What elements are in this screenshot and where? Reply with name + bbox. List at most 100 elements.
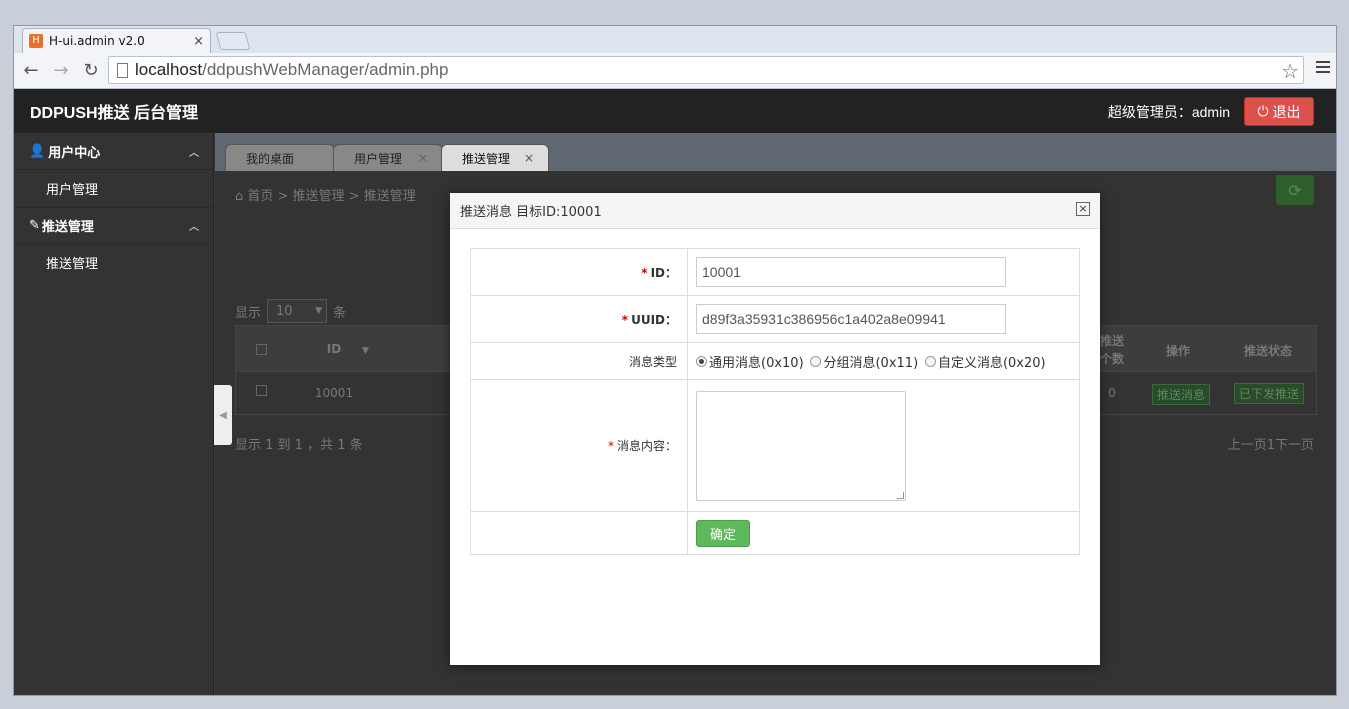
- tab-close-icon[interactable]: ×: [193, 34, 204, 49]
- col-header-id[interactable]: ID: [316, 342, 352, 356]
- content-textarea[interactable]: [696, 390, 906, 501]
- sidebar-group-label: 推送管理: [41, 220, 94, 235]
- radio-dot: [810, 355, 822, 367]
- table-info: 显示 1 到 1 ，共 1 条: [235, 438, 363, 453]
- id-value: 10001: [702, 264, 741, 280]
- tab-label: 我的桌面: [246, 151, 295, 166]
- dialog-header: 推送消息 目标ID:10001 ×: [450, 193, 1100, 229]
- id-field[interactable]: 10001: [696, 257, 1006, 287]
- required-marker: *: [621, 312, 629, 327]
- tab-label: 推送管理: [462, 151, 511, 166]
- radio-dot: [924, 355, 936, 367]
- page-icon: [117, 62, 128, 78]
- power-icon: ⏻: [1257, 103, 1269, 120]
- back-icon[interactable]: ←: [18, 58, 44, 84]
- breadcrumb-text: 首页 > 推送管理 > 推送管理: [247, 189, 416, 204]
- home-icon: ⌂: [235, 189, 248, 204]
- id-label: ID：: [650, 265, 677, 280]
- logout-button[interactable]: ⏻ 退出: [1244, 97, 1314, 126]
- col-header-action: 操作: [1165, 344, 1190, 358]
- radio-custom[interactable]: 自定义消息(0x20): [924, 352, 1046, 371]
- url-host: localhost: [135, 60, 203, 79]
- refresh-icon: ⟳: [1288, 180, 1302, 200]
- required-marker: *: [607, 439, 614, 453]
- push-message-dialog: 推送消息 目标ID:10001 × * ID： 10001 * UUID： d89f…: [450, 193, 1100, 665]
- submit-button[interactable]: 确定: [696, 519, 750, 547]
- push-form: * ID： 10001 * UUID： d89f3a35931c386956c1a4…: [470, 248, 1080, 555]
- browser-tabstrip: H H-ui.admin v2.0 ×: [14, 26, 1336, 53]
- radio-label: 分组消息(0x11): [823, 355, 919, 371]
- required-marker: *: [641, 265, 648, 280]
- show-prefix: 显示: [235, 305, 262, 321]
- browser-tab[interactable]: H H-ui.admin v2.0 ×: [22, 28, 211, 53]
- page-length-control: 显示 10 ▼ 条: [235, 299, 346, 323]
- browser-window: H H-ui.admin v2.0 × ← → ↻ localhost/ddpu…: [13, 25, 1337, 696]
- browser-tab-title: H-ui.admin v2.0: [49, 34, 145, 48]
- id-label-cell: * ID：: [470, 248, 688, 296]
- radio-group[interactable]: 分组消息(0x11): [810, 352, 918, 371]
- new-tab-button[interactable]: [215, 32, 251, 50]
- sidebar-group-label: 用户中心: [48, 145, 101, 161]
- logout-label: 退出: [1272, 104, 1301, 121]
- app-header: DDPUSH推送 后台管理 超级管理员：admin ⏻ 退出: [14, 89, 1336, 133]
- browser-toolbar: ← → ↻ localhost/ddpushWebManager/admin.p…: [14, 53, 1336, 89]
- chevron-up-icon: ︿: [189, 147, 199, 159]
- radio-general[interactable]: 通用消息(0x10): [696, 352, 804, 371]
- content-label: 消息内容：: [616, 439, 677, 453]
- url-path: /ddpushWebManager/admin.php: [202, 60, 449, 79]
- dropdown-arrow-icon: ▼: [315, 306, 323, 316]
- sort-icon: ▼: [362, 346, 369, 356]
- empty-cell: [470, 511, 688, 555]
- sidebar-group-push-management[interactable]: ✎ 推送管理 ︿: [14, 207, 213, 244]
- forward-icon[interactable]: →: [48, 58, 74, 84]
- uuid-label-cell: * UUID：: [470, 295, 688, 343]
- refresh-button[interactable]: ⟳: [1276, 175, 1314, 205]
- uuid-label: UUID：: [631, 312, 677, 327]
- uuid-field[interactable]: d89f3a35931c386956c1a402a8e09941: [696, 304, 1006, 334]
- row-push-count: 0: [1108, 386, 1116, 400]
- sidebar-item-user-management[interactable]: 用户管理: [14, 170, 213, 207]
- address-bar[interactable]: localhost/ddpushWebManager/admin.php ☆: [108, 56, 1304, 84]
- reload-icon[interactable]: ↻: [78, 58, 104, 84]
- app-logo: DDPUSH推送 后台管理: [30, 105, 199, 122]
- push-message-button[interactable]: 推送消息: [1152, 384, 1211, 405]
- select-all-checkbox[interactable]: [256, 344, 267, 355]
- bookmark-star-icon[interactable]: ☆: [1281, 59, 1299, 84]
- page-tabbar: 我的桌面 用户管理 × 推送管理 ×: [215, 133, 1336, 171]
- sidebar-group-user-center[interactable]: 👤 用户中心 ︿: [14, 133, 213, 170]
- tab-close-icon[interactable]: ×: [524, 151, 534, 165]
- uuid-value: d89f3a35931c386956c1a402a8e09941: [702, 311, 946, 327]
- radio-label: 通用消息(0x10): [709, 355, 804, 371]
- radio-dot-selected: [696, 355, 707, 367]
- chevron-up-icon: ︿: [189, 222, 199, 233]
- tab-label: 用户管理: [354, 151, 403, 166]
- user-icon: 👤: [29, 143, 46, 159]
- sidebar: 👤 用户中心 ︿ 用户管理 ✎ 推送管理 ︿ 推送管理: [14, 133, 214, 695]
- pagination[interactable]: 上一页1下一页: [1228, 434, 1314, 453]
- status-badge: 已下发推送: [1234, 383, 1305, 404]
- row-checkbox[interactable]: [256, 385, 267, 396]
- col-header-status: 推送状态: [1243, 344, 1292, 358]
- close-icon[interactable]: ×: [1076, 202, 1090, 216]
- browser-menu-icon[interactable]: [1316, 61, 1330, 76]
- favicon-icon: H: [29, 34, 43, 48]
- col-header-push-count: 推送个数: [1099, 334, 1124, 366]
- type-radio-group: 通用消息(0x10) 分组消息(0x11) 自定义消息(0x20): [687, 342, 1080, 380]
- tab-push-management[interactable]: 推送管理 ×: [441, 144, 549, 171]
- content-label-cell: * 消息内容：: [470, 379, 688, 512]
- show-suffix: 条: [333, 305, 347, 321]
- admin-label: 超级管理员：admin: [1107, 104, 1230, 120]
- web-page: DDPUSH推送 后台管理 超级管理员：admin ⏻ 退出 👤 用户中心 ︿ …: [14, 89, 1336, 695]
- sidebar-item-push-management[interactable]: 推送管理: [14, 244, 213, 281]
- tab-desktop[interactable]: 我的桌面: [225, 144, 335, 171]
- radio-label: 自定义消息(0x20): [937, 355, 1046, 371]
- edit-icon: ✎: [29, 218, 40, 233]
- tab-user-management[interactable]: 用户管理 ×: [333, 144, 443, 171]
- type-label: 消息类型: [470, 342, 688, 380]
- sidebar-toggle-handle[interactable]: ◀: [214, 385, 232, 445]
- tab-close-icon[interactable]: ×: [418, 151, 428, 165]
- page-size-select[interactable]: 10 ▼: [267, 299, 328, 323]
- page-size-value: 10: [276, 303, 293, 319]
- dialog-title: 推送消息 目标ID:10001: [460, 205, 602, 220]
- breadcrumb: ⌂ 首页 > 推送管理 > 推送管理: [235, 185, 416, 204]
